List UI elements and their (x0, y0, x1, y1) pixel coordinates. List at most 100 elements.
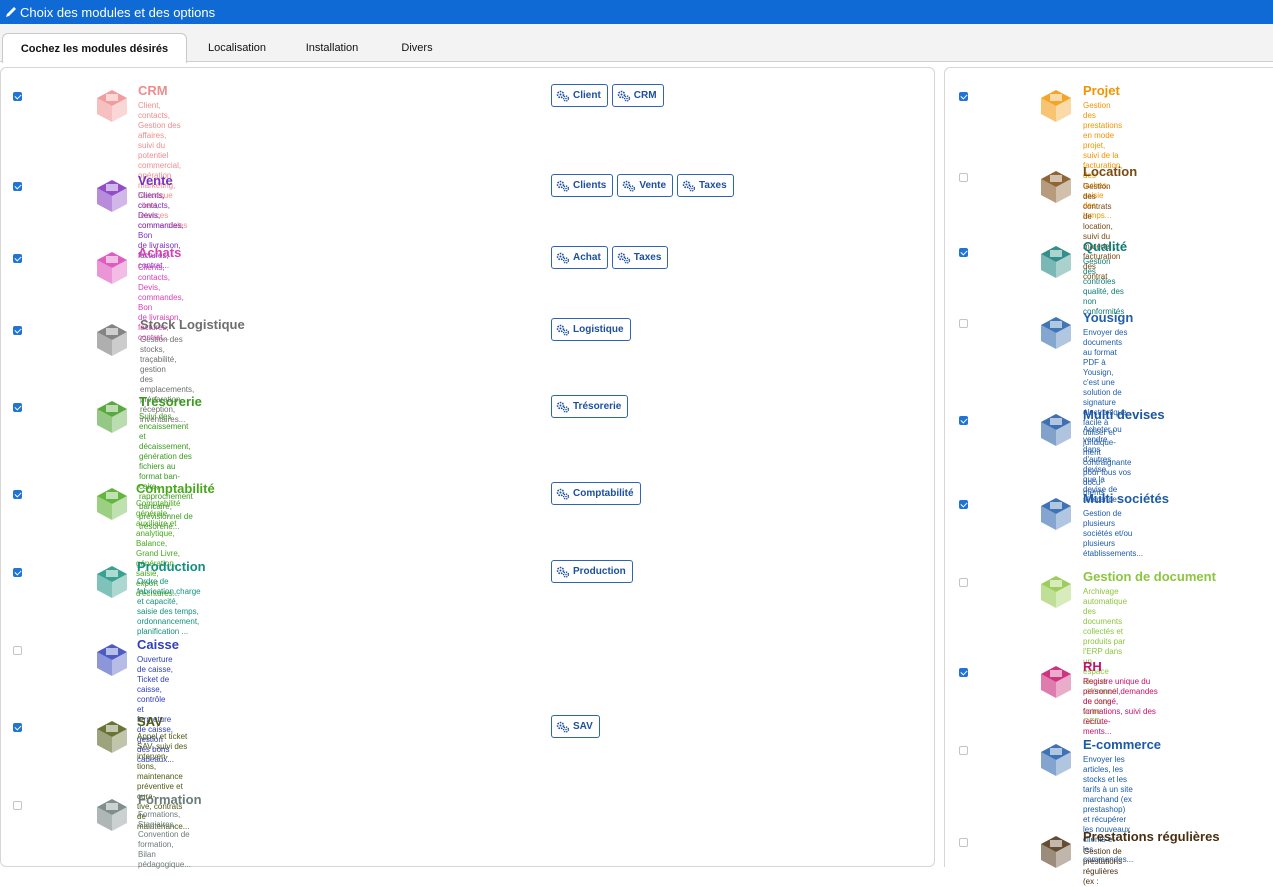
tab-installation[interactable]: Installation (296, 33, 368, 62)
module-description-line: tarifs à un site marchand (ex prestashop… (1083, 785, 1133, 814)
option-button-label: Vente (639, 180, 667, 191)
module-checkbox-vente[interactable] (13, 182, 22, 191)
module-title: Trésorerie (139, 394, 202, 409)
tab-modules[interactable]: Cochez les modules désirés (2, 33, 187, 63)
module-description-line: Gestion de plusieurs sociétés et/ou (1083, 509, 1133, 538)
window-titlebar: Choix des modules et des options (0, 0, 1273, 24)
module-title: Qualité (1083, 239, 1128, 254)
tab-divers[interactable]: Divers (392, 33, 442, 62)
module-checkbox-prestations[interactable] (959, 838, 968, 847)
module-checkbox-yousign[interactable] (959, 319, 968, 328)
currency-coins-icon (1037, 408, 1075, 452)
module-description-line: analytique, Balance, Grand Livre, (136, 529, 181, 558)
module-description: Gestion de prestations régulières (ex : (1083, 847, 1122, 887)
support-headset-icon (93, 715, 131, 759)
module-description-line: Acheter ou vendre dans d'autres devise (1083, 425, 1122, 474)
module-description-line: Gestion des stocks, traçabilité, gestion (140, 335, 183, 374)
gear-icon (617, 252, 630, 264)
option-button-label: CRM (633, 90, 657, 101)
module-description-line: Suivi des encaissement et décaissement, (139, 412, 191, 451)
option-button-label: Achat (573, 252, 601, 263)
option-button-label: Client (573, 90, 601, 101)
module-checkbox-production[interactable] (13, 568, 22, 577)
module-title: Achats (138, 245, 182, 260)
web-shop-icon (1037, 738, 1075, 782)
module-title: CRM (138, 83, 168, 98)
e-signature-icon (1037, 311, 1075, 355)
module-options: Logistique (551, 318, 631, 341)
module-title: Formation (138, 792, 202, 807)
module-checkbox-sav[interactable] (13, 723, 22, 732)
module-title: Multi sociétés (1083, 491, 1169, 506)
gear-icon (556, 721, 570, 733)
tab-label: Cochez les modules désirés (20, 42, 169, 55)
option-button-sav[interactable]: SAV (551, 715, 600, 738)
module-checkbox-tresorerie[interactable] (13, 403, 22, 412)
option-button-label: Production (573, 566, 626, 577)
option-button-comptabilité[interactable]: Comptabilité (551, 482, 641, 505)
option-button-taxes[interactable]: Taxes (677, 174, 734, 197)
module-checkbox-formation[interactable] (13, 801, 22, 810)
option-button-label: SAV (573, 721, 593, 732)
hr-profile-icon (1037, 660, 1075, 704)
module-description-line: plusieurs établissements... (1083, 539, 1144, 558)
module-description-line: ments... (1083, 727, 1112, 736)
tab-label: Localisation (207, 41, 267, 54)
option-button-clients[interactable]: Clients (551, 174, 614, 197)
module-description-line: Gestion des contrôles qualité, des non (1083, 257, 1124, 306)
option-button-label: Taxes (633, 252, 662, 263)
module-description-line: Yousign, c'est une solution de signature (1083, 368, 1122, 407)
module-checkbox-stock[interactable] (13, 326, 22, 335)
module-checkbox-compta[interactable] (13, 490, 22, 499)
tab-label: Divers (401, 41, 433, 54)
module-description-line: Gestion des contrats de location, suivi … (1083, 182, 1113, 241)
gear-icon (617, 90, 630, 102)
module-description: Gestion de plusieurs sociétés et/ou plusi… (1083, 509, 1143, 559)
module-description-line: Clients, contacts, Devis, commandes, Bon (138, 191, 184, 240)
warehouse-icon (93, 318, 131, 362)
module-checkbox-location[interactable] (959, 173, 968, 182)
gear-icon (556, 252, 570, 264)
option-button-logistique[interactable]: Logistique (551, 318, 631, 341)
option-button-achat[interactable]: Achat (551, 246, 608, 269)
module-description-line: Archivage automatique des documents (1083, 587, 1128, 626)
module-checkbox-crm[interactable] (13, 92, 22, 101)
module-title: Projet (1083, 83, 1120, 98)
option-button-client[interactable]: Client (551, 84, 608, 107)
module-checkbox-caisse[interactable] (13, 646, 22, 655)
module-description-line: saisie des temps, ordonnancement, (137, 607, 200, 626)
option-button-vente[interactable]: Vente (617, 174, 674, 197)
tab-bar: Cochez les modules désirés Localisation … (0, 24, 1273, 63)
module-checkbox-devises[interactable] (959, 416, 968, 425)
module-checkbox-ged[interactable] (959, 578, 968, 587)
option-button-trésorerie[interactable]: Trésorerie (551, 395, 629, 418)
module-checkbox-ecommerce[interactable] (959, 746, 968, 755)
module-title: Gestion de document (1083, 569, 1216, 584)
module-title: Production (137, 559, 206, 574)
left-modules-panel: CRM Client, contacts, Gestion des affaire… (0, 67, 935, 869)
module-description-line: Ordre de fabrication,charge et capacité, (137, 577, 201, 606)
module-description-line: Gestion de prestations régulières (ex : (1083, 847, 1123, 886)
contract-shield-icon (1037, 165, 1075, 209)
module-checkbox-societes[interactable] (959, 500, 968, 509)
module-checkbox-projet[interactable] (959, 92, 968, 101)
option-button-taxes[interactable]: Taxes (611, 246, 669, 269)
module-description-line: Registre unique du personnel,demandes (1083, 677, 1158, 696)
option-button-production[interactable]: Production (551, 560, 633, 583)
module-checkbox-achats[interactable] (13, 254, 22, 263)
module-checkbox-qualite[interactable] (959, 248, 968, 257)
factory-icon (93, 560, 131, 604)
module-options: Production (551, 560, 633, 583)
option-button-crm[interactable]: CRM (611, 84, 664, 107)
module-description-line: Formations, Stagiaires, Convention de (138, 810, 190, 839)
option-button-label: Clients (573, 180, 607, 191)
module-description-line: génération des fichiers au format ban- (139, 452, 192, 481)
module-options: Trésorerie (551, 395, 629, 418)
module-checkbox-rh[interactable] (959, 668, 968, 677)
module-description-line: Client, contacts, Gestion des affaires, (138, 101, 181, 140)
option-button-label: Comptabilité (573, 488, 634, 499)
tab-localisation[interactable]: Localisation (196, 33, 278, 62)
module-title: E-commerce (1083, 737, 1162, 752)
module-title: Vente (138, 173, 173, 188)
document-archive-icon (1037, 570, 1075, 614)
